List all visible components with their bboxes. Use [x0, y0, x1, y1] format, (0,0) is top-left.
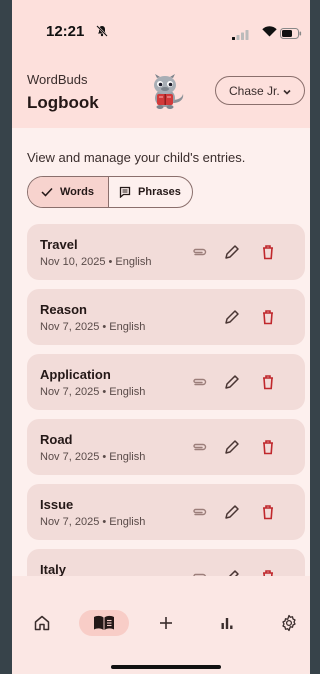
- entry-card[interactable]: Application Nov 7, 2025 • English: [27, 354, 305, 410]
- attachment-icon[interactable]: [190, 373, 208, 391]
- child-profile-label: Chase Jr.: [229, 83, 280, 98]
- dragon-mascot-icon: [148, 74, 186, 115]
- entry-word: Travel: [40, 237, 78, 252]
- entry-meta: Nov 7, 2025 • English: [40, 516, 146, 528]
- nav-add[interactable]: [141, 610, 191, 636]
- edit-icon[interactable]: [223, 438, 241, 456]
- entry-meta: Nov 10, 2025 • English: [40, 256, 152, 268]
- nav-settings[interactable]: [264, 610, 310, 636]
- tab-phrases-label: Phrases: [138, 186, 181, 198]
- entry-word: Reason: [40, 302, 87, 317]
- entry-meta: Nov 7, 2025 • English: [40, 451, 146, 463]
- tab-words-label: Words: [60, 186, 95, 198]
- entry-card[interactable]: Road Nov 7, 2025 • English: [27, 419, 305, 475]
- bar-chart-icon: [221, 618, 233, 629]
- status-bar: 12:21: [12, 0, 310, 60]
- wifi-icon: [262, 24, 277, 42]
- header: 12:21 WordBuds Logbook Chase Jr.: [12, 0, 310, 128]
- page-title: Logbook: [27, 93, 99, 112]
- edit-icon[interactable]: [223, 373, 241, 391]
- app-screen: 12:21 WordBuds Logbook Chase Jr. View an…: [12, 0, 310, 674]
- entry-word: Italy: [40, 562, 67, 576]
- attachment-icon[interactable]: [190, 438, 208, 456]
- status-time: 12:21: [46, 23, 85, 40]
- nav-stats[interactable]: [202, 610, 252, 636]
- bell-off-icon: [96, 24, 108, 42]
- delete-icon[interactable]: [259, 243, 277, 261]
- signal-icon: [232, 27, 249, 45]
- entry-card[interactable]: Italy: [27, 549, 305, 576]
- edit-icon[interactable]: [223, 243, 241, 261]
- app-name: WordBuds: [27, 72, 88, 87]
- edit-icon[interactable]: [223, 308, 241, 326]
- entry-card[interactable]: Reason Nov 7, 2025 • English: [27, 289, 305, 345]
- bottom-nav: [12, 576, 310, 674]
- chevron-down-icon: [282, 86, 292, 100]
- gear-icon: [282, 614, 296, 632]
- attachment-icon[interactable]: [190, 243, 208, 261]
- entry-type-toggle: Words Phrases: [27, 176, 193, 208]
- entry-meta: Nov 7, 2025 • English: [40, 321, 146, 333]
- entry-meta: Nov 7, 2025 • English: [40, 386, 146, 398]
- message-square-icon: [119, 186, 131, 198]
- battery-icon: [280, 26, 302, 44]
- home-indicator: [111, 665, 221, 669]
- logbook-icon: [94, 615, 114, 630]
- edit-icon[interactable]: [223, 568, 241, 576]
- entry-word: Issue: [40, 497, 74, 512]
- delete-icon[interactable]: [259, 438, 277, 456]
- check-icon: [41, 187, 53, 197]
- delete-icon[interactable]: [259, 503, 277, 521]
- nav-logbook[interactable]: [79, 610, 129, 636]
- tab-words[interactable]: Words: [28, 177, 110, 207]
- entry-card[interactable]: Travel Nov 10, 2025 • English: [27, 224, 305, 280]
- delete-icon[interactable]: [259, 308, 277, 326]
- entry-word: Road: [40, 432, 73, 447]
- entries-list: Travel Nov 10, 2025 • English Reason Nov…: [27, 224, 305, 576]
- plus-icon: [160, 617, 172, 629]
- tab-phrases[interactable]: Phrases: [109, 177, 192, 207]
- nav-home[interactable]: [17, 610, 67, 636]
- entry-card[interactable]: Issue Nov 7, 2025 • English: [27, 484, 305, 540]
- delete-icon[interactable]: [259, 373, 277, 391]
- edit-icon[interactable]: [223, 503, 241, 521]
- entry-word: Application: [40, 367, 111, 382]
- attachment-icon[interactable]: [190, 568, 208, 576]
- delete-icon[interactable]: [259, 568, 277, 576]
- page-subtitle: View and manage your child's entries.: [27, 150, 246, 165]
- attachment-icon[interactable]: [190, 503, 208, 521]
- child-profile-select[interactable]: Chase Jr.: [215, 76, 305, 105]
- home-icon: [34, 615, 50, 631]
